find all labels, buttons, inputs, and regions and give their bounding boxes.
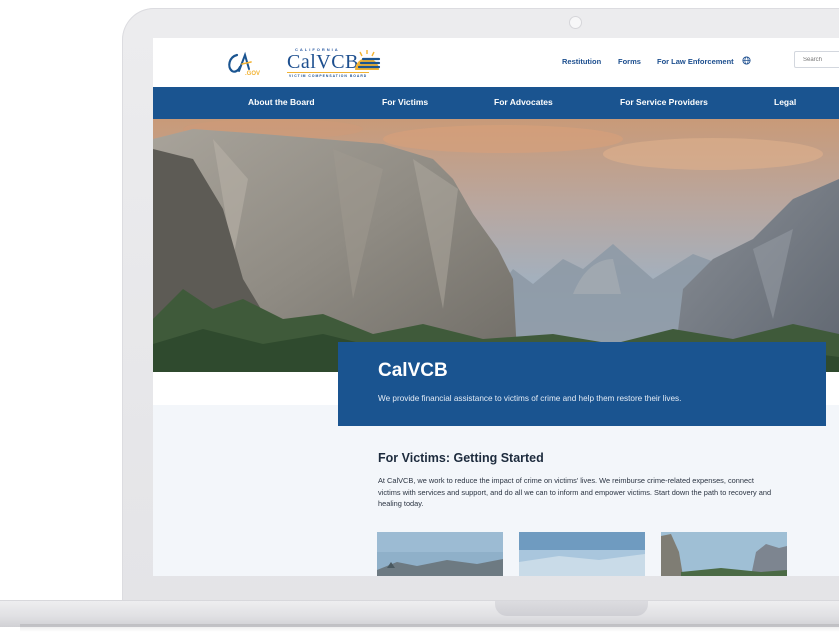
card-image-3[interactable] — [661, 532, 787, 576]
main-navigation: About the Board For Victims For Advocate… — [153, 87, 839, 119]
laptop-mockup: .GOV CALIFORNIA CalVCB VICTIM COMPENSATI… — [0, 0, 839, 632]
nav-for-advocates[interactable]: For Advocates — [494, 97, 553, 107]
laptop-screen: .GOV CALIFORNIA CalVCB VICTIM COMPENSATI… — [153, 38, 839, 576]
sun-logo-icon — [355, 50, 381, 70]
section-text: At CalVCB, we work to reduce the impact … — [378, 476, 772, 508]
search-input[interactable] — [794, 51, 839, 68]
laptop-opening-notch — [495, 601, 648, 616]
banner-title: CalVCB — [378, 360, 448, 381]
nav-for-service-providers[interactable]: For Service Providers — [620, 97, 708, 107]
webcam — [569, 16, 582, 29]
calvcb-logo[interactable]: CALIFORNIA CalVCB VICTIM COMPENSATION BO… — [287, 45, 382, 81]
banner-text: We provide financial assistance to victi… — [378, 394, 682, 403]
logo-wordmark: CalVCB — [287, 51, 359, 73]
nav-for-victims[interactable]: For Victims — [382, 97, 428, 107]
hero-yosemite-image — [153, 119, 839, 372]
site-header: .GOV CALIFORNIA CalVCB VICTIM COMPENSATI… — [153, 38, 839, 87]
globe-icon[interactable] — [742, 56, 751, 65]
ca-gov-logo[interactable]: .GOV — [225, 51, 261, 77]
nav-legal[interactable]: Legal — [774, 97, 796, 107]
utility-link-restitution[interactable]: Restitution — [562, 57, 601, 66]
svg-text:.GOV: .GOV — [245, 71, 260, 77]
card-image-1[interactable] — [377, 532, 503, 576]
hero-banner: CalVCB We provide financial assistance t… — [338, 342, 826, 426]
laptop-base — [0, 600, 839, 627]
nav-about-the-board[interactable]: About the Board — [248, 97, 315, 107]
utility-link-forms[interactable]: Forms — [618, 57, 641, 66]
utility-link-law-enforcement[interactable]: For Law Enforcement — [657, 57, 734, 66]
logo-subtitle: VICTIM COMPENSATION BOARD — [289, 74, 368, 78]
card-image-2[interactable] — [519, 532, 645, 576]
section-title: For Victims: Getting Started — [378, 451, 544, 465]
laptop-shadow — [20, 624, 839, 632]
